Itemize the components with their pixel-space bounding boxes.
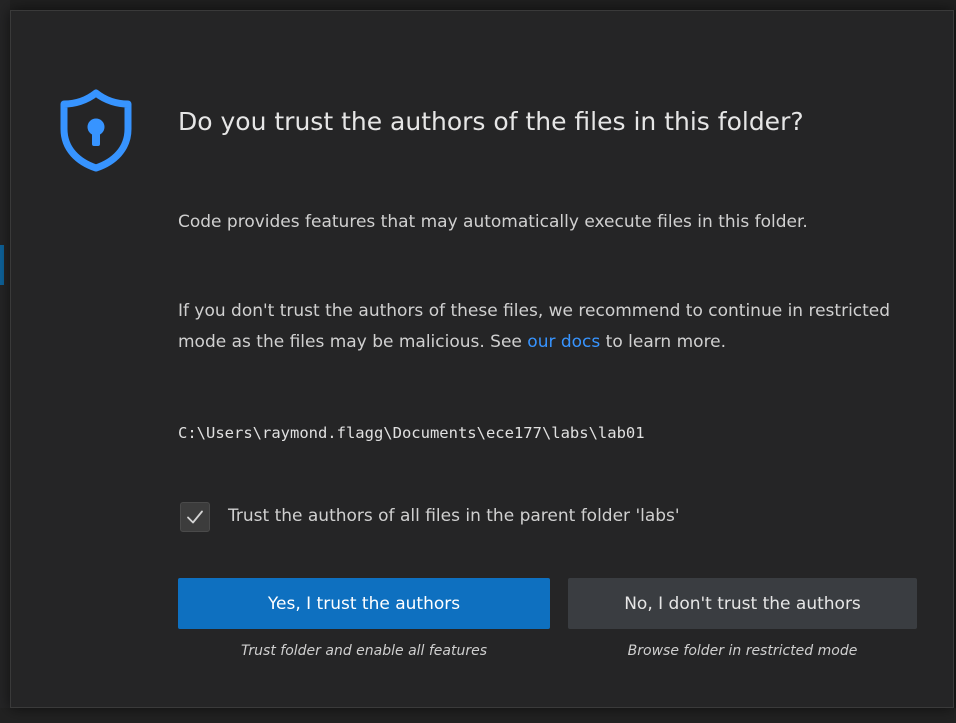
folder-path: C:\Users\raymond.flagg\Documents\ece177\… <box>178 424 645 442</box>
dialog-detail-text-end: to learn more. <box>600 332 727 352</box>
workspace-trust-dialog: Do you trust the authors of the files in… <box>10 10 954 708</box>
dialog-title: Do you trust the authors of the files in… <box>178 107 804 136</box>
editor-left-edge <box>0 0 10 723</box>
trust-authors-button[interactable]: Yes, I trust the authors <box>178 578 550 629</box>
dont-trust-button-description: Browse folder in restricted mode <box>627 643 858 659</box>
shield-lock-icon <box>60 89 132 172</box>
checkmark-icon <box>187 510 203 524</box>
editor-bottom-edge <box>0 708 956 723</box>
our-docs-link[interactable]: our docs <box>527 332 600 352</box>
editor-active-indicator <box>0 245 4 285</box>
trust-parent-checkbox[interactable] <box>180 502 210 532</box>
dialog-detail: If you don't trust the authors of these … <box>178 296 918 358</box>
dont-trust-authors-button[interactable]: No, I don't trust the authors <box>568 578 917 629</box>
editor-top-edge <box>0 0 956 10</box>
dialog-message: Code provides features that may automati… <box>178 212 808 232</box>
trust-button-description: Trust folder and enable all features <box>240 643 488 659</box>
trust-parent-checkbox-label[interactable]: Trust the authors of all files in the pa… <box>228 506 680 526</box>
